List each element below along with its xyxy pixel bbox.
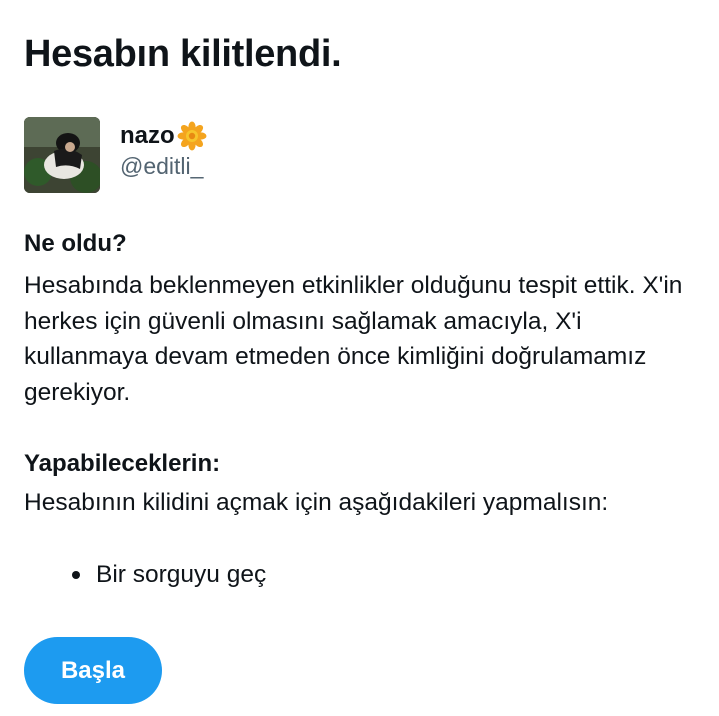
what-happened-text: Hesabında beklenmeyen etkinlikler olduğu… (24, 272, 683, 406)
display-name-text: nazo (120, 122, 175, 149)
steps-list: Bir sorguyu geç (72, 561, 266, 589)
avatar (24, 117, 100, 193)
page-title: Hesabın kilitlendi. (24, 33, 342, 75)
list-item: Bir sorguyu geç (72, 561, 266, 589)
what-you-can-do-heading: Yapabileceklerin: (24, 450, 221, 477)
what-you-can-do-text: Hesabının kilidini açmak için aşağıdakil… (24, 489, 609, 516)
display-name: nazo (120, 121, 207, 151)
profile-names: nazo @editli_ (120, 121, 207, 180)
what-happened-heading: Ne oldu? (24, 230, 127, 257)
profile-card: nazo @editli_ (24, 117, 207, 193)
start-button[interactable]: Başla (24, 637, 162, 704)
step-text: Bir sorguyu geç (96, 561, 267, 588)
flower-icon (177, 121, 207, 151)
user-handle: @editli_ (120, 153, 204, 179)
bullet-icon (72, 571, 80, 579)
